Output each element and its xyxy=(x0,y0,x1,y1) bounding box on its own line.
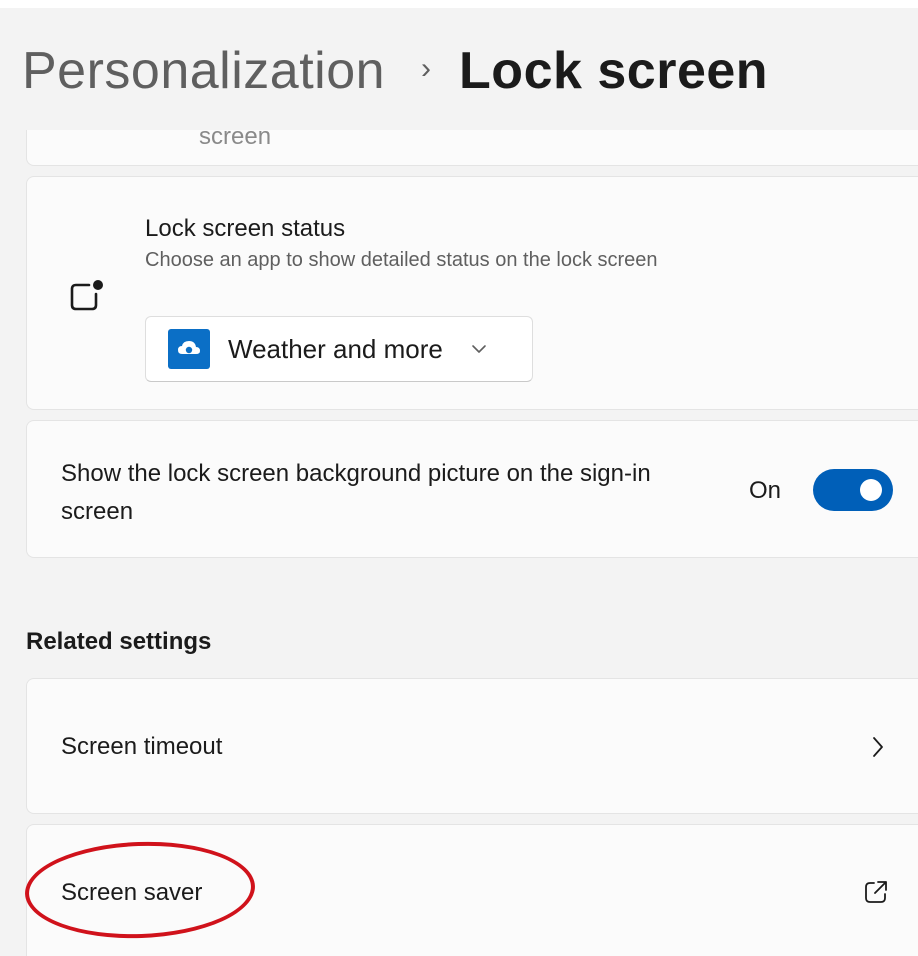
external-link-icon xyxy=(865,881,887,903)
breadcrumb: Personalization › Lock screen xyxy=(0,8,918,130)
settings-window: screen Personalization › Lock screen Loc… xyxy=(0,0,918,956)
lock-screen-status-title: Lock screen status xyxy=(145,215,346,242)
lock-screen-status-card: Lock screen status Choose an app to show… xyxy=(26,176,918,410)
breadcrumb-separator-icon: › xyxy=(421,52,432,85)
toggle-state-label: On xyxy=(749,477,782,504)
breadcrumb-parent[interactable]: Personalization xyxy=(22,41,385,101)
dropdown-selected-value: Weather and more xyxy=(228,333,443,364)
signin-background-card: Show the lock screen background picture … xyxy=(26,420,918,558)
lock-screen-status-description: Choose an app to show detailed status on… xyxy=(145,249,658,271)
related-settings-heading: Related settings xyxy=(26,628,212,655)
toggle-knob xyxy=(860,479,882,501)
weather-app-icon xyxy=(168,329,210,369)
screen-timeout-label: Screen timeout xyxy=(61,733,223,760)
lock-status-icon xyxy=(70,280,103,311)
page-title: Lock screen xyxy=(459,42,769,100)
screen-saver-link[interactable]: Screen saver xyxy=(26,824,918,956)
chevron-right-icon xyxy=(873,737,883,757)
screen-timeout-link[interactable]: Screen timeout xyxy=(26,678,918,814)
signin-background-toggle[interactable] xyxy=(813,469,893,511)
lock-screen-status-dropdown[interactable]: Weather and more xyxy=(145,316,533,382)
signin-background-label: Show the lock screen background picture … xyxy=(61,460,651,525)
chevron-down-icon xyxy=(472,345,486,353)
screen-saver-label: Screen saver xyxy=(61,879,203,906)
